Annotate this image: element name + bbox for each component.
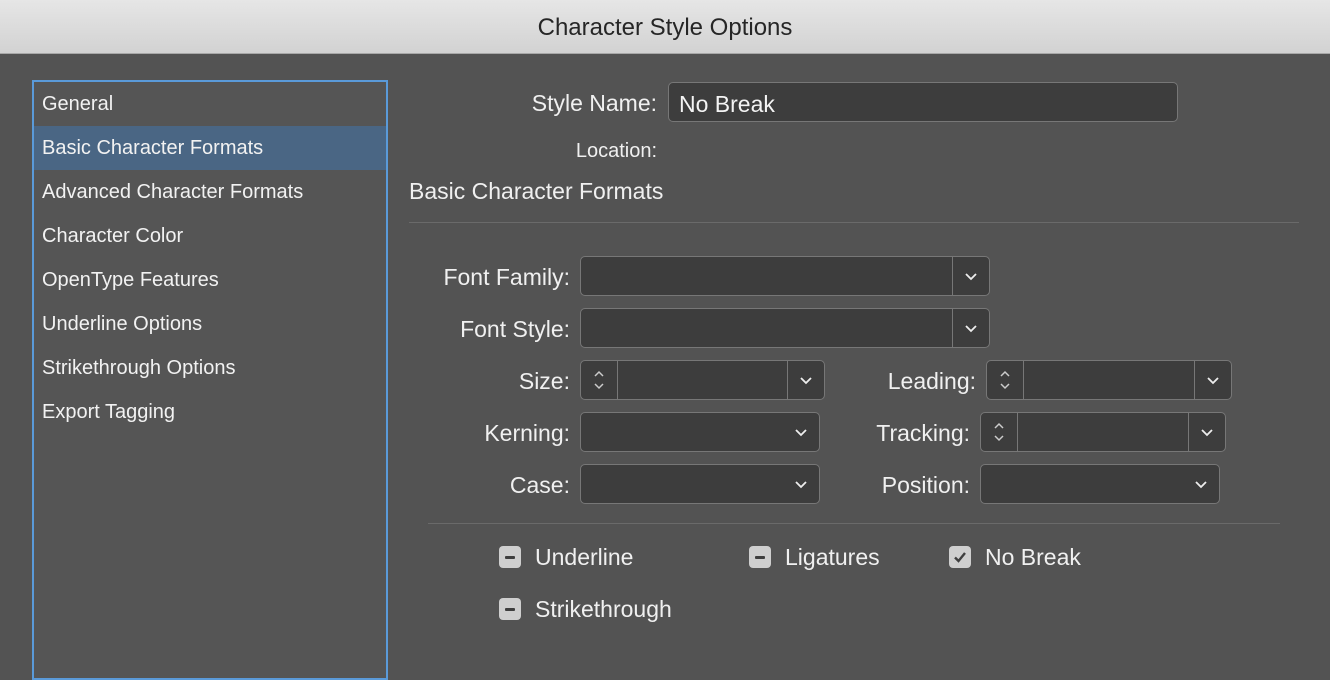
category-list[interactable]: General Basic Character Formats Advanced… bbox=[32, 80, 388, 680]
strikethrough-label[interactable]: Strikethrough bbox=[535, 596, 672, 623]
chevron-down-icon[interactable] bbox=[952, 309, 989, 347]
tracking-combo[interactable] bbox=[980, 412, 1226, 452]
location-label: Location: bbox=[575, 140, 657, 162]
ligatures-label[interactable]: Ligatures bbox=[785, 544, 880, 571]
kerning-label: Kerning: bbox=[484, 420, 570, 446]
font-family-dropdown[interactable] bbox=[580, 256, 990, 296]
size-combo[interactable] bbox=[580, 360, 825, 400]
chevron-down-icon[interactable] bbox=[783, 465, 819, 503]
chevron-down-icon bbox=[594, 383, 604, 390]
leading-combo[interactable] bbox=[986, 360, 1232, 400]
tracking-stepper[interactable] bbox=[981, 413, 1018, 451]
options-divider bbox=[428, 523, 1280, 524]
no-break-label[interactable]: No Break bbox=[985, 544, 1081, 571]
chevron-up-icon bbox=[994, 422, 1004, 429]
size-label: Size: bbox=[518, 368, 570, 394]
chevron-down-icon[interactable] bbox=[952, 257, 989, 295]
size-stepper[interactable] bbox=[581, 361, 618, 399]
case-dropdown[interactable] bbox=[580, 464, 820, 504]
leading-label: Leading: bbox=[887, 368, 976, 394]
style-name-field[interactable]: No Break bbox=[668, 82, 1178, 122]
chevron-up-icon bbox=[1000, 370, 1010, 377]
position-label: Position: bbox=[881, 472, 970, 498]
chevron-down-icon[interactable] bbox=[783, 413, 819, 451]
window-title: Character Style Options bbox=[537, 14, 793, 41]
sidebar-item-strikethrough-options[interactable]: Strikethrough Options bbox=[34, 346, 386, 390]
no-break-checkbox[interactable] bbox=[949, 546, 971, 568]
sidebar-item-export-tagging[interactable]: Export Tagging bbox=[34, 390, 386, 434]
strikethrough-checkbox[interactable] bbox=[499, 598, 521, 620]
chevron-down-icon[interactable] bbox=[1194, 361, 1231, 399]
font-family-label: Font Family: bbox=[443, 264, 570, 290]
chevron-down-icon[interactable] bbox=[1183, 465, 1219, 503]
underline-label[interactable]: Underline bbox=[535, 544, 633, 571]
chevron-down-icon[interactable] bbox=[1188, 413, 1225, 451]
section-title: Basic Character Formats bbox=[409, 178, 664, 204]
kerning-dropdown[interactable] bbox=[580, 412, 820, 452]
font-style-label: Font Style: bbox=[460, 316, 570, 342]
sidebar-item-opentype-features[interactable]: OpenType Features bbox=[34, 258, 386, 302]
mixed-state-icon bbox=[505, 555, 515, 559]
sidebar-item-basic-character-formats[interactable]: Basic Character Formats bbox=[34, 126, 386, 170]
sidebar-item-general[interactable]: General bbox=[34, 82, 386, 126]
chevron-down-icon[interactable] bbox=[787, 361, 824, 399]
position-dropdown[interactable] bbox=[980, 464, 1220, 504]
section-divider bbox=[409, 222, 1299, 223]
chevron-up-icon bbox=[594, 370, 604, 377]
mixed-state-icon bbox=[505, 607, 515, 611]
chevron-down-icon bbox=[994, 435, 1004, 442]
chevron-down-icon bbox=[1000, 383, 1010, 390]
sidebar-item-underline-options[interactable]: Underline Options bbox=[34, 302, 386, 346]
ligatures-checkbox[interactable] bbox=[749, 546, 771, 568]
sidebar-item-character-color[interactable]: Character Color bbox=[34, 214, 386, 258]
style-name-label: Style Name: bbox=[531, 90, 657, 116]
font-style-dropdown[interactable] bbox=[580, 308, 990, 348]
leading-stepper[interactable] bbox=[987, 361, 1024, 399]
sidebar-item-advanced-character-formats[interactable]: Advanced Character Formats bbox=[34, 170, 386, 214]
underline-checkbox[interactable] bbox=[499, 546, 521, 568]
mixed-state-icon bbox=[755, 555, 765, 559]
title-bar: Character Style Options bbox=[0, 0, 1330, 54]
tracking-label: Tracking: bbox=[876, 420, 970, 446]
style-name-value: No Break bbox=[679, 91, 775, 117]
case-label: Case: bbox=[509, 472, 570, 498]
checkmark-icon bbox=[954, 552, 966, 563]
